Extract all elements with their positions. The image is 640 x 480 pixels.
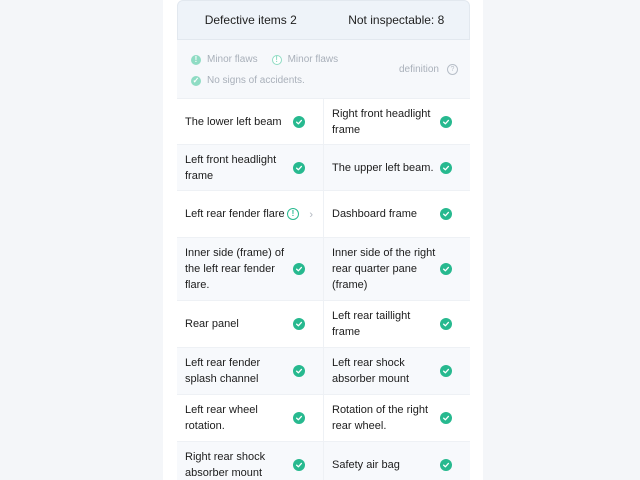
tab-defective-items[interactable]: Defective items 2 — [178, 1, 324, 39]
definition-link[interactable]: definition ? — [399, 64, 458, 75]
inspection-item-label: The lower left beam — [185, 115, 282, 128]
inspection-item-label: Safety air bag — [332, 459, 400, 471]
inspection-item: Left front headlight frame — [177, 145, 324, 190]
legend-row-ok: ✓ No signs of accidents. — [191, 75, 305, 86]
inspection-item-label: Left rear fender splash channel — [185, 357, 261, 385]
inspection-item: The upper left beam. — [324, 145, 470, 190]
inspection-item[interactable]: Left rear fender flare! › — [177, 191, 324, 237]
inspection-card: Defective items 2 Not inspectable: 8 ! M… — [163, 0, 483, 480]
table-row: Left rear fender splash channel Left rear… — [177, 348, 470, 395]
legend-minor-flaws-label: Minor flaws — [207, 54, 258, 65]
inspection-item-label: Rotation of the right rear wheel. — [332, 404, 429, 432]
table-row: Left rear wheel rotation. Rotation of the… — [177, 395, 470, 442]
inspection-panel: Defective items 2 Not inspectable: 8 ! M… — [177, 0, 470, 480]
check-icon — [440, 412, 452, 424]
definition-label: definition — [398, 64, 439, 75]
check-icon — [293, 459, 305, 471]
inspection-item-label: Dashboard frame — [332, 208, 417, 220]
legend-minor-flaws-label-2: Minor flaws — [287, 54, 339, 65]
check-icon — [293, 161, 305, 174]
check-icon — [440, 161, 452, 174]
tab-not-inspectable[interactable]: Not inspectable: 8 — [324, 1, 470, 39]
legend-row-flaws: ! Minor flaws ! Minor flaws — [191, 54, 338, 65]
check-icon — [440, 459, 452, 471]
check-icon — [293, 318, 305, 330]
inspection-item-label: Inner side (frame) of the left rear fend… — [185, 247, 285, 291]
check-icon — [293, 365, 305, 377]
check-icon — [440, 208, 452, 220]
minor-flaw-icon: ! — [287, 207, 299, 220]
inspection-item-label: The upper left beam. — [332, 161, 434, 174]
question-icon: ? — [447, 64, 458, 75]
inspection-item-label: Right rear shock absorber mount — [185, 451, 266, 479]
minor-flaw-icon: ! — [191, 54, 201, 65]
inspection-item: Dashboard frame — [324, 191, 470, 237]
inspection-item-label: Inner side of the right rear quarter pan… — [332, 247, 436, 291]
inspection-item-label: Left front headlight frame — [185, 153, 277, 182]
check-icon — [293, 263, 305, 275]
inspection-item: Left rear wheel rotation. — [177, 395, 324, 441]
chevron-right-icon: › — [309, 209, 313, 221]
inspection-item: Left rear fender splash channel — [177, 348, 324, 394]
check-icon — [440, 318, 452, 330]
legend-no-accidents-label: No signs of accidents. — [207, 75, 305, 86]
inspection-item: Safety air bag — [324, 442, 470, 480]
inspection-item-label: Left rear wheel rotation. — [185, 404, 258, 432]
check-icon — [440, 263, 452, 275]
table-row: Rear panel Left rear taillight frame — [177, 301, 470, 348]
inspection-item: Right front headlight frame — [324, 99, 470, 144]
inspection-item: Left rear shock absorber mount — [324, 348, 470, 394]
check-icon — [440, 365, 452, 377]
inspection-item: Left rear taillight frame — [324, 301, 470, 347]
tab-bar: Defective items 2 Not inspectable: 8 — [177, 0, 470, 40]
minor-flaw-outline-icon: ! — [271, 54, 282, 65]
inspection-item: Rear panel — [177, 301, 324, 347]
inspection-item-label: Rear panel — [185, 318, 239, 330]
inspection-item: Inner side of the right rear quarter pan… — [324, 238, 470, 300]
table-row: Left front headlight frame The upper left… — [177, 145, 470, 191]
check-icon — [293, 412, 305, 424]
inspection-item-label: Left rear taillight frame — [332, 310, 411, 338]
inspection-grid: The lower left beam Right front headlight… — [177, 99, 470, 480]
table-row: Inner side (frame) of the left rear fend… — [177, 238, 470, 301]
check-icon — [440, 115, 452, 128]
table-row: Right rear shock absorber mount Safety ai… — [177, 442, 470, 480]
inspection-item-label: Left rear fender flare — [185, 208, 285, 220]
table-row: Left rear fender flare! › Dashboard frame — [177, 191, 470, 238]
legend: ! Minor flaws ! Minor flaws ✓ No signs o… — [177, 40, 470, 99]
check-icon: ✓ — [191, 75, 201, 86]
check-icon — [293, 115, 305, 128]
inspection-item: Rotation of the right rear wheel. — [324, 395, 470, 441]
inspection-item: Inner side (frame) of the left rear fend… — [177, 238, 324, 300]
inspection-item: The lower left beam — [177, 99, 324, 144]
inspection-item: Right rear shock absorber mount — [177, 442, 324, 480]
table-row: The lower left beam Right front headlight… — [177, 99, 470, 145]
inspection-item-label: Right front headlight frame — [332, 107, 431, 136]
inspection-item-label: Left rear shock absorber mount — [332, 357, 410, 385]
